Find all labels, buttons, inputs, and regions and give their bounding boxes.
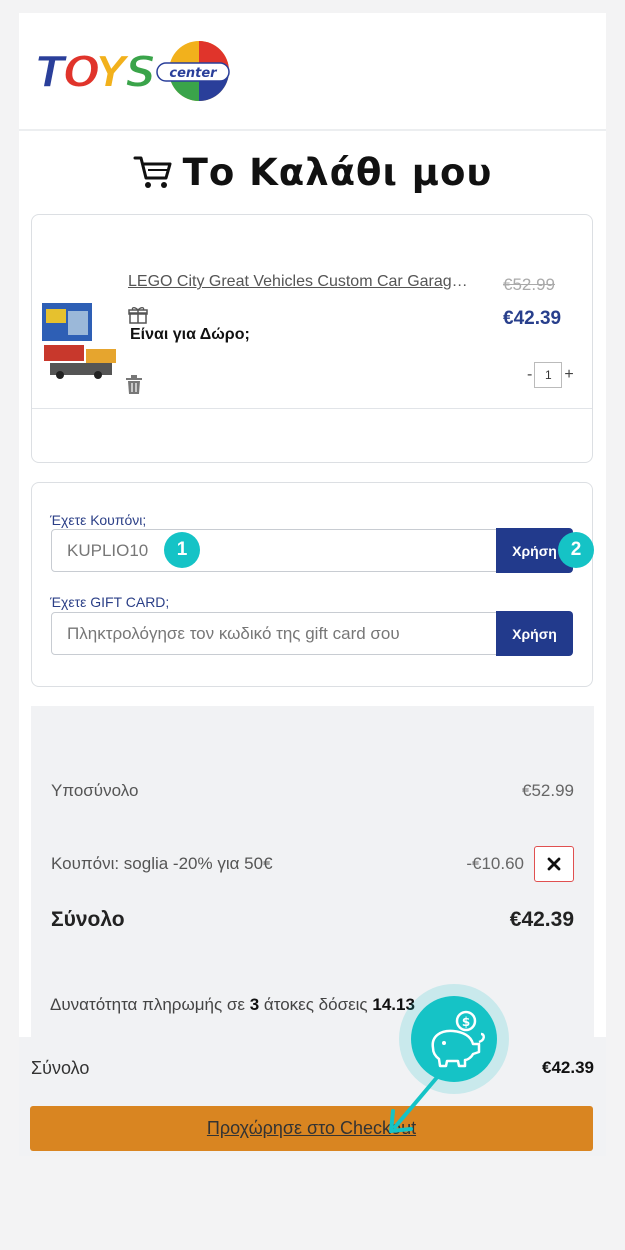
subtotal-label: Υποσύνολο — [51, 781, 139, 800]
order-summary: Υποσύνολο €52.99 Κουπόνι: soglia -20% γι… — [31, 706, 594, 1038]
remove-coupon-button[interactable] — [534, 846, 574, 882]
quantity-minus-button[interactable]: - — [527, 366, 532, 384]
coupon-row: Κουπόνι: soglia -20% για 50€ -€10.60 — [51, 845, 574, 883]
cart-icon — [133, 156, 172, 188]
total-label: Σύνολο — [51, 908, 125, 931]
product-image[interactable] — [40, 301, 120, 381]
header: T O Y S center — [19, 13, 606, 131]
svg-text:center: center — [169, 66, 218, 81]
coupon-label: Έχετε Κουπόνι; — [50, 512, 147, 528]
quantity-input[interactable]: 1 — [534, 362, 563, 388]
page-title: Το Καλάθι μου — [182, 150, 493, 194]
quantity-plus-button[interactable]: + — [564, 366, 573, 384]
coupon-applied-value: -€10.60 — [466, 854, 524, 873]
gift-icon[interactable] — [128, 305, 148, 325]
coupon-input[interactable]: KUPLIO10 — [51, 529, 497, 572]
page-title-row: Το Καλάθι μου — [19, 147, 606, 197]
gift-card-apply-button[interactable]: Χρήση — [496, 611, 573, 656]
svg-text:$: $ — [462, 1015, 470, 1029]
total-value: €42.39 — [509, 908, 574, 931]
new-price: €42.39 — [503, 308, 562, 329]
installments-count: 3 — [249, 995, 260, 1014]
total-row: Σύνολο €42.39 — [51, 905, 574, 935]
sticky-total-value: €42.39 — [542, 1058, 594, 1077]
coupon-card: Έχετε Κουπόνι; KUPLIO10 Χρήση 1 2 Έχετε … — [31, 482, 594, 687]
checkout-button[interactable]: Προχώρησε στο Checkout — [30, 1106, 593, 1151]
coupon-applied-group: -€10.60 — [466, 846, 574, 882]
gift-card-input[interactable]: Πληκτρολόγησε τον κωδικό της gift card σ… — [51, 612, 497, 655]
installments-suffix: άτοκες δόσεις — [263, 995, 368, 1014]
gift-label[interactable]: Είναι για Δώρο; — [130, 326, 250, 344]
arrow-icon — [389, 1073, 441, 1133]
subtotal-row: Υποσύνολο €52.99 — [51, 779, 574, 803]
page: T O Y S center Το Καλάθι μου LEGO City G… — [19, 13, 606, 1156]
step-badge-2: 2 — [558, 532, 594, 568]
subtotal-value: €52.99 — [522, 781, 574, 800]
sticky-total-row: Σύνολο €42.39 — [31, 1058, 594, 1079]
divider — [32, 408, 592, 409]
toys-center-logo[interactable]: T O Y S center — [33, 29, 233, 109]
cart-item-card: LEGO City Great Vehicles Custom Car Gara… — [31, 214, 593, 463]
product-name-link[interactable]: LEGO City Great Vehicles Custom Car Gara… — [128, 273, 473, 291]
close-icon — [547, 857, 561, 871]
trash-icon[interactable] — [125, 375, 143, 395]
installments-text: Δυνατότητα πληρωμής σε 3 άτοκες δόσεις 1… — [50, 995, 415, 1015]
installments-prefix: Δυνατότητα πληρωμής σε — [50, 995, 245, 1014]
sticky-checkout-bar: Σύνολο €42.39 Προχώρησε στο Checkout — [19, 1037, 606, 1156]
svg-text:S: S — [125, 47, 157, 98]
old-price: €52.99 — [503, 275, 555, 294]
quantity-stepper: - 1 + — [527, 361, 574, 389]
gift-card-label: Έχετε GIFT CARD; — [50, 594, 170, 610]
step-badge-1: 1 — [164, 532, 200, 568]
coupon-applied-label: Κουπόνι: soglia -20% για 50€ — [51, 854, 273, 873]
sticky-total-label: Σύνολο — [31, 1058, 90, 1078]
